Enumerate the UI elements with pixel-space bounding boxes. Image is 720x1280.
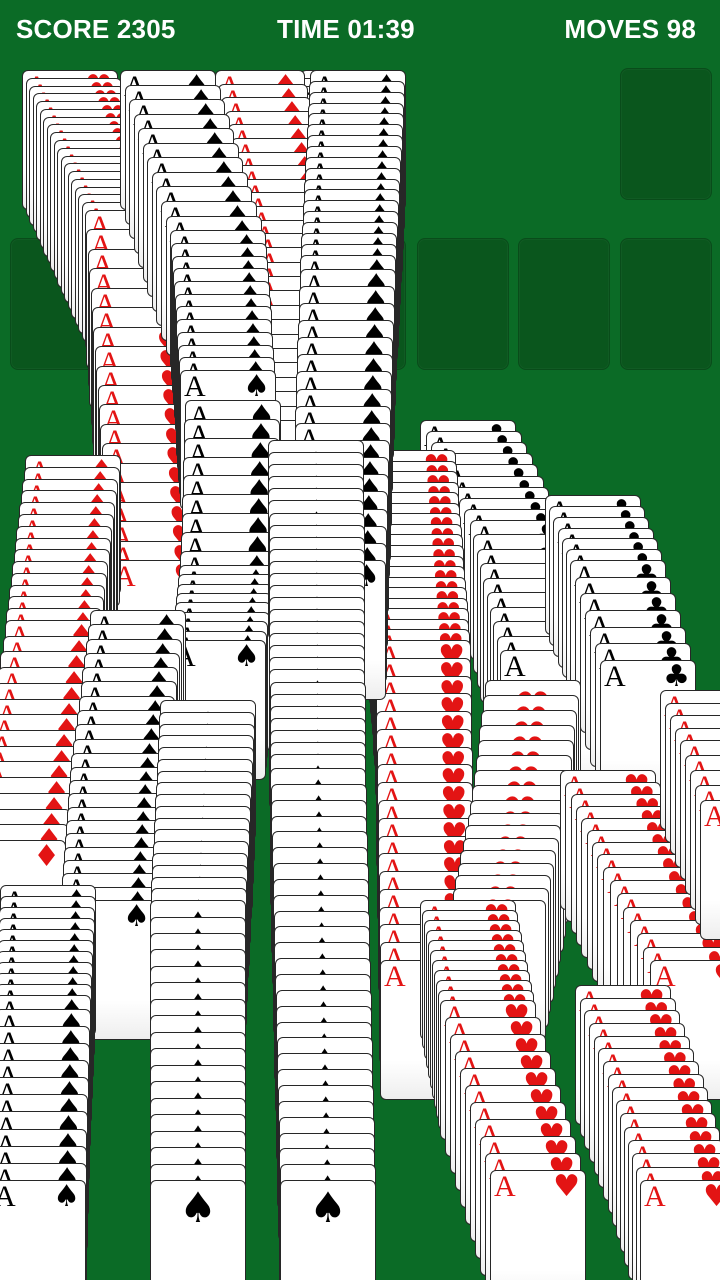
card-rank: A — [184, 370, 206, 403]
card-rank: A — [504, 650, 526, 683]
spades-icon: ♠ — [179, 1183, 217, 1232]
score-display: SCORE 2305 — [16, 14, 176, 44]
card-rank: A — [384, 960, 406, 993]
card-rank: A — [494, 1170, 516, 1203]
card-rank: A — [0, 1182, 16, 1212]
hearts-icon: ♥ — [713, 962, 720, 992]
spades-icon: ♠ — [243, 370, 270, 404]
card-ace-spades: ♠ — [280, 1180, 376, 1280]
spades-icon: ♠ — [233, 640, 260, 674]
time-display: TIME 01:39 — [277, 14, 415, 44]
spades-icon: ♠ — [309, 1183, 347, 1232]
card-rank: A — [704, 802, 720, 832]
diamonds-icon: ♦ — [33, 840, 60, 874]
card-ace-hearts: A♥ — [700, 800, 720, 940]
moves-display: MOVES 98 — [564, 14, 696, 44]
card-ace-hearts: A♥ — [490, 1170, 586, 1280]
card-rank: A — [604, 660, 626, 693]
card-ace-spades: ♠ — [150, 1180, 246, 1280]
spades-icon: ♠ — [53, 1180, 80, 1214]
spades-icon: ♠ — [123, 900, 150, 934]
card-ace-hearts: A♥ — [640, 1180, 720, 1280]
hud-bar: SCORE 2305 TIME 01:39 MOVES 98 — [0, 0, 720, 60]
solitaire-game: SCORE 2305 TIME 01:39 MOVES 98 A♣A♣A♣A♣A… — [0, 0, 720, 1280]
hearts-icon: ♥ — [703, 1182, 720, 1212]
clubs-icon: ♣ — [663, 660, 690, 694]
winning-card-cascade: A♣A♣A♣A♣A♣A♣A♣A♣A♣A♣A♣A♣A♣A♣A♣A♣A♣A♣A♣A♣… — [0, 0, 720, 1280]
card-ace-spades: A♠ — [0, 1180, 86, 1280]
card-rank: A — [644, 1180, 666, 1213]
hearts-icon: ♥ — [553, 1170, 580, 1204]
